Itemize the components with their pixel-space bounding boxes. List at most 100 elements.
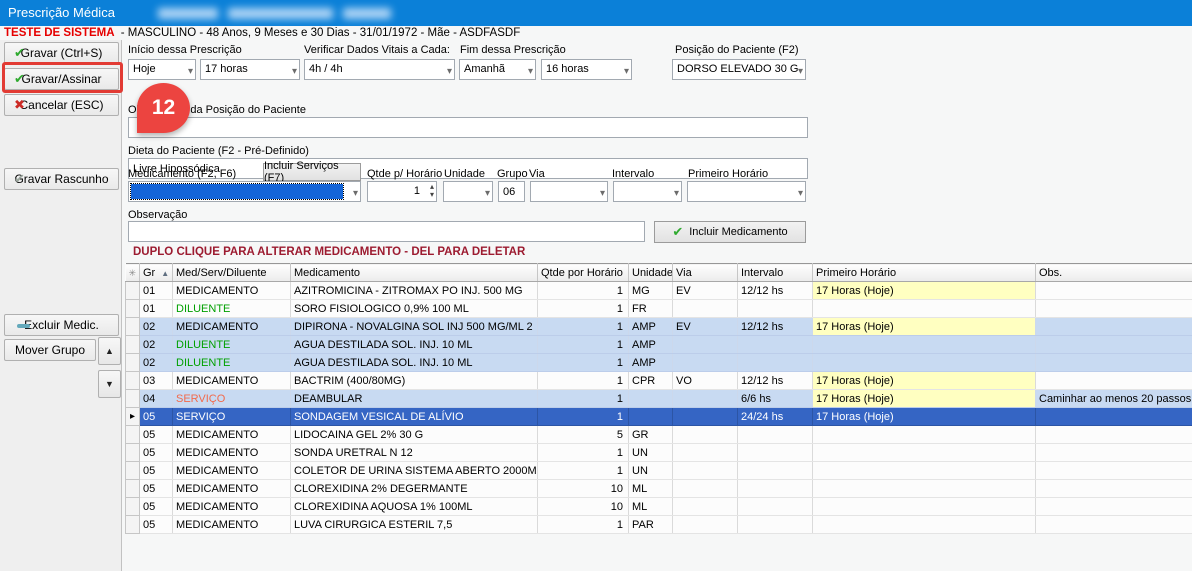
cell-sel[interactable] [126,516,140,534]
cell-qtde[interactable]: 1 [538,318,629,336]
cell-primeiro[interactable]: 17 Horas (Hoje) [813,282,1036,300]
cell-gr[interactable]: 05 [140,480,173,498]
cell-obs[interactable] [1036,408,1192,426]
cell-sel[interactable] [126,480,140,498]
cell-gr[interactable]: 03 [140,372,173,390]
cell-primeiro[interactable] [813,300,1036,318]
cell-intervalo[interactable] [738,462,813,480]
cell-unidade[interactable]: AMP [629,318,673,336]
cell-qtde[interactable]: 10 [538,480,629,498]
cell-med[interactable]: DEAMBULAR [291,390,538,408]
table-row[interactable]: 05 MEDICAMENTO CLOREXIDINA AQUOSA 1% 100… [126,498,1192,516]
cell-tipo[interactable]: MEDICAMENTO [173,516,291,534]
cell-tipo[interactable]: MEDICAMENTO [173,372,291,390]
cell-unidade[interactable]: ML [629,498,673,516]
cell-primeiro[interactable]: 17 Horas (Hoje) [813,390,1036,408]
observacao-input[interactable] [128,221,645,242]
cell-obs[interactable] [1036,300,1192,318]
cell-unidade[interactable]: PAR [629,516,673,534]
cell-via[interactable] [673,498,738,516]
cell-gr[interactable]: 05 [140,426,173,444]
cell-unidade[interactable] [629,390,673,408]
cell-primeiro[interactable]: 17 Horas (Hoje) [813,372,1036,390]
cell-sel[interactable] [126,390,140,408]
cell-tipo[interactable]: MEDICAMENTO [173,426,291,444]
cell-unidade[interactable]: UN [629,462,673,480]
cell-unidade[interactable]: UN [629,444,673,462]
cell-gr[interactable]: 01 [140,300,173,318]
cell-via[interactable] [673,426,738,444]
cell-obs[interactable] [1036,516,1192,534]
cell-gr[interactable]: 04 [140,390,173,408]
cell-intervalo[interactable] [738,300,813,318]
cell-tipo[interactable]: MEDICAMENTO [173,444,291,462]
table-row[interactable]: 04 SERVIÇO DEAMBULAR 1 6/6 hs 17 Horas (… [126,390,1192,408]
excluir-medic-button[interactable]: Excluir Medic. [4,314,119,336]
via-select[interactable]: ▾ [530,181,608,202]
cell-unidade[interactable]: AMP [629,354,673,372]
grid-options-icon[interactable]: ✳ [128,268,136,278]
fim-time-select[interactable]: 16 horas ▾ [541,59,632,80]
cell-gr[interactable]: 05 [140,498,173,516]
table-row[interactable]: 05 MEDICAMENTO COLETOR DE URINA SISTEMA … [126,462,1192,480]
cell-med[interactable]: DIPIRONA - NOVALGINA SOL INJ 500 MG/ML 2 [291,318,538,336]
cell-med[interactable]: LIDOCAINA GEL 2% 30 G [291,426,538,444]
cell-intervalo[interactable] [738,426,813,444]
cell-primeiro[interactable] [813,336,1036,354]
posicao-select[interactable]: DORSO ELEVADO 30 G ▾ [672,59,806,80]
cell-med[interactable]: SORO FISIOLOGICO 0,9% 100 ML [291,300,538,318]
cell-sel[interactable] [126,444,140,462]
cell-unidade[interactable]: GR [629,426,673,444]
cell-obs[interactable] [1036,480,1192,498]
cell-intervalo[interactable] [738,498,813,516]
table-row[interactable]: 05 MEDICAMENTO CLOREXIDINA 2% DEGERMANTE… [126,480,1192,498]
cell-sel[interactable] [126,372,140,390]
inicio-time-select[interactable]: 17 horas ▾ [200,59,300,80]
cell-sel[interactable] [126,300,140,318]
cell-qtde[interactable]: 1 [538,300,629,318]
cell-qtde[interactable]: 1 [538,354,629,372]
inicio-day-select[interactable]: Hoje ▾ [128,59,196,80]
cell-via[interactable] [673,480,738,498]
cell-intervalo[interactable] [738,516,813,534]
mover-grupo-button[interactable]: Mover Grupo [4,339,96,361]
cell-intervalo[interactable]: 24/24 hs [738,408,813,426]
gravar-button[interactable]: ✔ Gravar (Ctrl+S) [4,42,119,64]
cell-unidade[interactable]: MG [629,282,673,300]
cell-med[interactable]: LUVA CIRURGICA ESTERIL 7,5 [291,516,538,534]
cell-sel[interactable] [126,354,140,372]
cell-via[interactable] [673,516,738,534]
cell-med[interactable]: COLETOR DE URINA SISTEMA ABERTO 2000ML [291,462,538,480]
cell-obs[interactable] [1036,462,1192,480]
cell-sel[interactable] [126,498,140,516]
cell-tipo[interactable]: SERVIÇO [173,390,291,408]
cell-unidade[interactable]: AMP [629,336,673,354]
col-header-via[interactable]: Via [673,264,738,282]
primeiro-horario-select[interactable]: ▾ [687,181,806,202]
cell-sel[interactable] [126,318,140,336]
cell-obs[interactable] [1036,372,1192,390]
cell-tipo[interactable]: MEDICAMENTO [173,480,291,498]
table-row[interactable]: 05 MEDICAMENTO LIDOCAINA GEL 2% 30 G 5 G… [126,426,1192,444]
cell-med[interactable]: AGUA DESTILADA SOL. INJ. 10 ML [291,354,538,372]
cell-med[interactable]: CLOREXIDINA AQUOSA 1% 100ML [291,498,538,516]
cell-qtde[interactable]: 1 [538,408,629,426]
cell-intervalo[interactable] [738,444,813,462]
cell-intervalo[interactable] [738,354,813,372]
col-header-obs[interactable]: Obs. [1036,264,1192,282]
vitais-select[interactable]: 4h / 4h ▾ [304,59,455,80]
cell-obs[interactable] [1036,498,1192,516]
cell-sel[interactable] [126,336,140,354]
cell-primeiro[interactable] [813,354,1036,372]
table-row[interactable]: 02 DILUENTE AGUA DESTILADA SOL. INJ. 10 … [126,336,1192,354]
cell-primeiro[interactable] [813,426,1036,444]
cell-sel[interactable]: ▸ [126,408,140,426]
col-header-tipo[interactable]: Med/Serv/Diluente [173,264,291,282]
cell-intervalo[interactable]: 12/12 hs [738,372,813,390]
spinner-down-icon[interactable]: ▾ [430,191,434,199]
cell-med[interactable]: AZITROMICINA - ZITROMAX PO INJ. 500 MG [291,282,538,300]
cell-sel[interactable] [126,282,140,300]
grupo-input[interactable] [498,181,525,202]
cell-obs[interactable] [1036,282,1192,300]
cell-qtde[interactable]: 1 [538,444,629,462]
